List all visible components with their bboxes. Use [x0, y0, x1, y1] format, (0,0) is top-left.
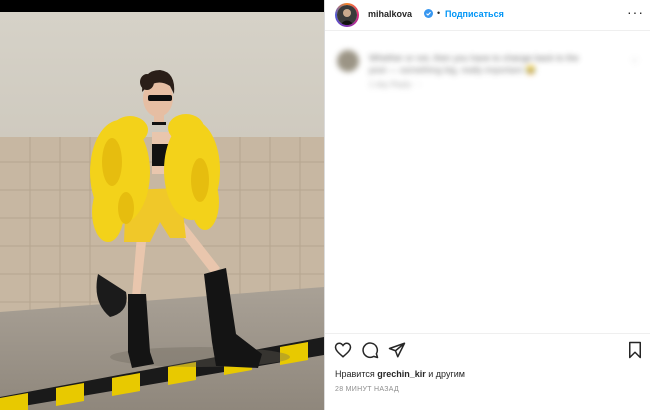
- liker-username-link[interactable]: grechin_kir: [377, 369, 426, 379]
- likes-suffix[interactable]: и другим: [428, 369, 465, 379]
- bookmark-icon[interactable]: [626, 341, 644, 359]
- verified-badge-icon: [424, 9, 433, 18]
- avatar-image: [337, 5, 357, 25]
- avatar[interactable]: [335, 3, 359, 27]
- post-timestamp[interactable]: 28 МИНУТ НАЗАД: [335, 386, 399, 393]
- comment-meta: 1 day Reply ···: [369, 80, 422, 89]
- share-icon[interactable]: [388, 341, 406, 359]
- follow-button[interactable]: Подписаться: [445, 9, 504, 19]
- comment-avatar: [337, 50, 359, 72]
- comment-heart-icon[interactable]: ♡: [631, 56, 639, 67]
- heart-icon[interactable]: [334, 341, 352, 359]
- likes-prefix: Нравится: [335, 369, 375, 379]
- separator-dot: •: [437, 8, 441, 18]
- blurred-comment: Whether or not, then you have to change …: [335, 48, 641, 98]
- more-icon[interactable]: ···: [627, 4, 644, 20]
- avatar-photo-icon: [337, 5, 357, 25]
- comment-icon[interactable]: [361, 341, 379, 359]
- actions-divider: [325, 333, 650, 334]
- post-photo[interactable]: [0, 12, 324, 410]
- post-side-panel: mihalkova • Подписаться ··· Whether or n…: [324, 0, 650, 410]
- likes-line: Нравится grechin_kir и другим: [335, 369, 465, 379]
- username-link[interactable]: mihalkova: [368, 9, 412, 19]
- comment-text-line2: post — something big, really important 😂: [369, 65, 537, 75]
- photo-illustration: [0, 12, 324, 410]
- action-bar: [325, 338, 650, 362]
- post-header: mihalkova • Подписаться ···: [325, 0, 650, 31]
- comment-text-line1: Whether or not, then you have to change …: [369, 53, 579, 63]
